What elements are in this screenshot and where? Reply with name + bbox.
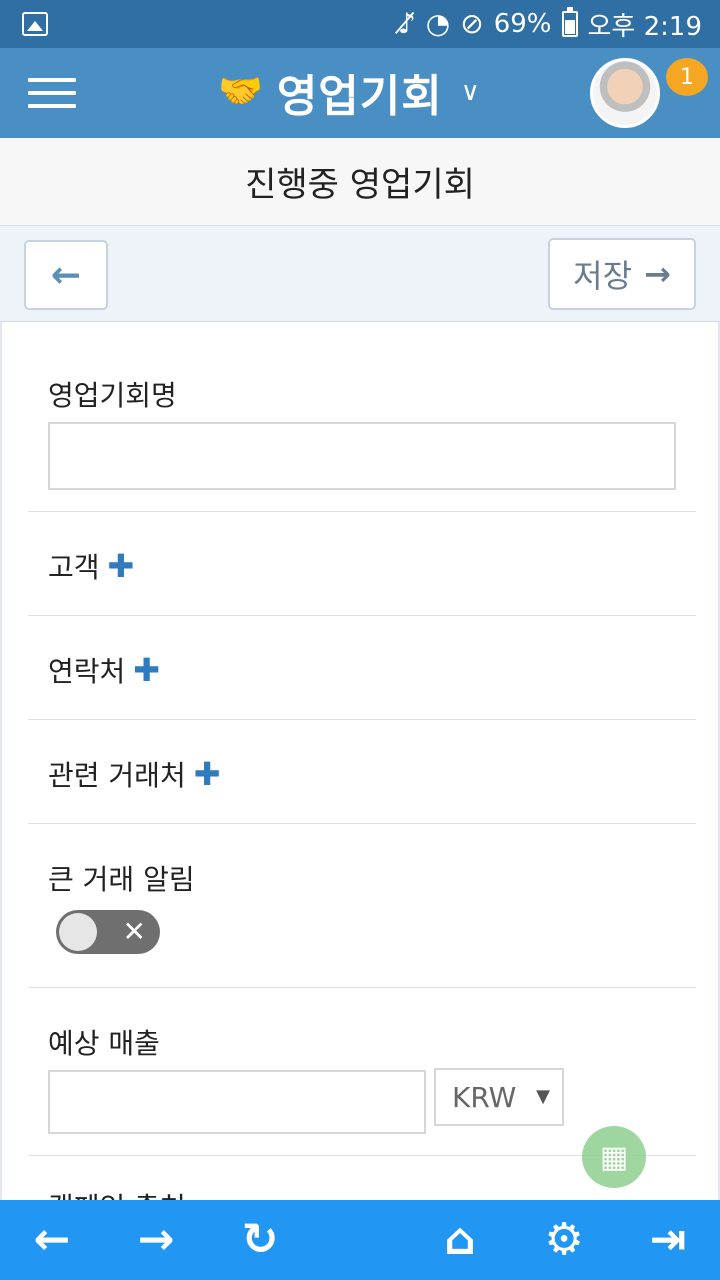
opportunity-name-input[interactable]: [48, 422, 676, 490]
expected-revenue-label: 예상 매출: [48, 1027, 160, 1060]
customer-label: 고객 ✚: [48, 547, 135, 585]
save-button[interactable]: 저장 →: [548, 238, 696, 310]
contact-section: 연락처 ✚: [28, 616, 696, 720]
name-section: 영업기회명: [28, 322, 696, 512]
opportunity-form: 영업기회명 고객 ✚ 연락처 ✚ 관련 거래처 ✚ 큰 거래 알림 ✕ 예상 매…: [0, 322, 720, 1200]
logout-icon[interactable]: ⇥: [640, 1214, 696, 1266]
home-icon[interactable]: ⌂: [432, 1214, 488, 1266]
arrow-left-icon: ←: [50, 254, 82, 296]
vibrate-mute-icon: ♪̸: [397, 7, 416, 40]
bottom-nav: ← → ↻ ⌂ ⚙ ⇥: [0, 1200, 720, 1280]
menu-icon[interactable]: [28, 78, 76, 108]
related-account-label: 관련 거래처 ✚: [48, 755, 221, 793]
name-label: 영업기회명: [48, 379, 177, 412]
wifi-icon: ◔: [425, 7, 451, 40]
big-deal-section: 큰 거래 알림 ✕: [28, 824, 696, 988]
action-bar: ← 저장 →: [0, 226, 720, 322]
back-icon[interactable]: ←: [24, 1214, 80, 1266]
gallery-icon: [22, 12, 48, 36]
big-deal-toggle[interactable]: ✕: [56, 910, 160, 954]
add-customer-icon[interactable]: ✚: [108, 550, 135, 582]
add-related-account-icon[interactable]: ✚: [194, 758, 221, 790]
currency-select[interactable]: KRW ▼: [434, 1068, 564, 1126]
add-contact-icon[interactable]: ✚: [133, 654, 160, 686]
module-switcher[interactable]: 🤝 영업기회 ∨: [218, 64, 480, 122]
related-account-section: 관련 거래처 ✚: [28, 720, 696, 824]
currency-value: KRW: [452, 1080, 517, 1114]
notification-badge[interactable]: 1: [666, 58, 708, 96]
page-title: 진행중 영업기회: [245, 165, 475, 205]
clock: 오후 2:19: [587, 11, 703, 42]
edit-table-icon[interactable]: ▦: [582, 1126, 646, 1188]
module-title: 영업기회: [276, 71, 443, 122]
do-not-disturb-icon: ⊘: [460, 7, 484, 40]
expected-revenue-input[interactable]: [48, 1070, 426, 1134]
big-deal-label: 큰 거래 알림: [48, 863, 195, 896]
arrow-right-icon: →: [644, 255, 671, 293]
chevron-down-icon: ∨: [460, 77, 480, 107]
forward-icon[interactable]: →: [128, 1214, 184, 1266]
caret-down-icon: ▼: [536, 1086, 550, 1107]
settings-icon[interactable]: ⚙: [536, 1214, 592, 1266]
status-icons: ♪̸ ◔ ⊘ 69% 오후 2:19: [398, 0, 702, 48]
avatar[interactable]: [590, 58, 660, 128]
page-title-bar: 진행중 영업기회: [0, 138, 720, 226]
save-label: 저장: [573, 257, 633, 295]
refresh-icon[interactable]: ↻: [232, 1214, 288, 1266]
battery-percent: 69%: [493, 9, 552, 39]
close-icon: ✕: [122, 915, 146, 948]
campaign-label: 캠페인 출처: [48, 1186, 186, 1200]
toggle-knob: [59, 913, 97, 951]
battery-icon: [561, 7, 578, 37]
back-button[interactable]: ←: [24, 240, 108, 310]
contact-label: 연락처 ✚: [48, 651, 161, 689]
customer-section: 고객 ✚: [28, 512, 696, 616]
status-bar: ♪̸ ◔ ⊘ 69% 오후 2:19: [0, 0, 720, 48]
handshake-icon: 🤝: [218, 71, 263, 112]
